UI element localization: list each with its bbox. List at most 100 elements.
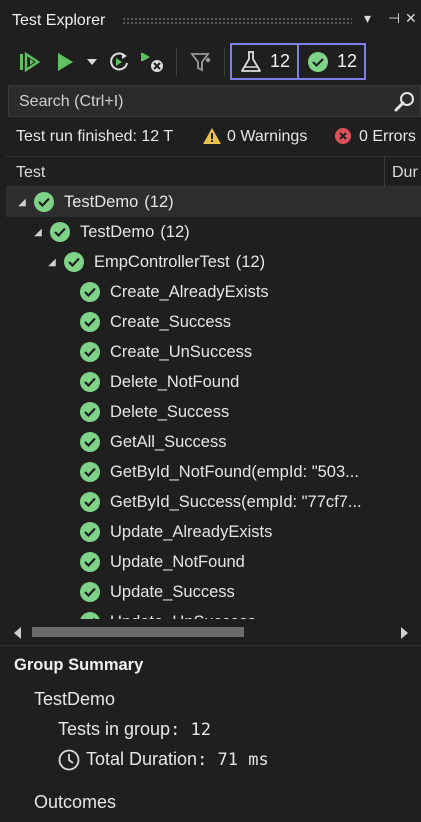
clock-icon: [58, 749, 80, 776]
search-icon[interactable]: [394, 91, 416, 118]
passed-check-icon: [80, 522, 100, 542]
passed-check-icon: [80, 552, 100, 572]
filter-icon[interactable]: [188, 50, 214, 74]
tests-in-group-label: Tests in group: [58, 719, 171, 739]
column-header: Test Dur: [6, 156, 421, 187]
tree-group-row[interactable]: ◢ TestDemo (12): [6, 187, 421, 217]
run-icon[interactable]: [54, 50, 76, 74]
tree-item-label: TestDemo: [64, 192, 139, 211]
scrollbar-thumb[interactable]: [32, 627, 244, 637]
cancel-icon[interactable]: [140, 50, 166, 74]
tree-item-label: GetAll_Success: [110, 432, 227, 451]
error-icon: [334, 127, 352, 150]
passed-check-icon: [80, 402, 100, 422]
total-tests-count: 12: [270, 51, 291, 71]
test-row[interactable]: GetById_Success(empId: "77cf7...: [6, 487, 421, 517]
test-tree: ◢ TestDemo (12) ◢ TestDemo (12) ◢ EmpController…: [6, 187, 421, 619]
tree-group-row[interactable]: ◢ TestDemo (12): [6, 217, 421, 247]
tree-item-label: EmpControllerTest: [94, 252, 230, 271]
close-icon[interactable]: ✕: [405, 10, 417, 27]
run-summary-text: Test run finished: 12 T: [16, 128, 174, 145]
tree-group-row[interactable]: ◢ EmpControllerTest (12): [6, 247, 421, 277]
run-all-icon[interactable]: [17, 50, 43, 74]
test-row[interactable]: Update_NotFound: [6, 547, 421, 577]
title-drag-handle[interactable]: [122, 17, 352, 25]
total-duration-label: Total Duration: [86, 749, 198, 769]
test-row[interactable]: Update_AlreadyExists: [6, 517, 421, 547]
passed-check-icon: [80, 492, 100, 512]
scroll-right-icon[interactable]: [400, 626, 408, 644]
passed-check-icon: [50, 222, 70, 242]
passed-check-icon: [308, 51, 328, 72]
tree-item-count: (12): [235, 252, 266, 271]
tree-item-label: TestDemo: [80, 222, 155, 241]
errors-count[interactable]: 0 Errors: [359, 128, 416, 146]
tree-item-label: Create_UnSuccess: [110, 342, 253, 361]
tree-item-label: Create_Success: [110, 312, 232, 331]
test-row[interactable]: GetAll_Success: [6, 427, 421, 457]
horizontal-scrollbar[interactable]: [6, 619, 421, 645]
column-duration[interactable]: Dur: [392, 164, 418, 182]
group-summary-title: Group Summary: [14, 656, 144, 674]
search-input[interactable]: Search (Ctrl+I): [19, 93, 123, 111]
warning-icon: [202, 127, 222, 150]
test-row[interactable]: Update_UnSuccess: [6, 607, 421, 619]
window-menu-icon[interactable]: ▾: [364, 10, 371, 27]
flask-icon: [241, 50, 261, 72]
outcomes-heading: Outcomes: [34, 792, 117, 812]
test-row[interactable]: Delete_NotFound: [6, 367, 421, 397]
tree-item-label: Delete_NotFound: [110, 372, 240, 391]
run-status-bar: Test run finished: 12 T 0 Warnings 0 Err…: [0, 122, 421, 150]
passed-check-icon: [80, 582, 100, 602]
test-row[interactable]: Create_UnSuccess: [6, 337, 421, 367]
group-name: TestDemo: [34, 689, 116, 709]
passed-check-icon: [80, 432, 100, 452]
window-title: Test Explorer: [12, 12, 106, 29]
tree-item-count: (12): [144, 192, 174, 211]
tests-in-group-value: 12: [190, 720, 212, 740]
test-row[interactable]: Create_Success: [6, 307, 421, 337]
tests-in-group-line: Tests in group: 12: [58, 719, 212, 740]
passed-check-icon: [80, 462, 100, 482]
warnings-count[interactable]: 0 Warnings: [227, 128, 307, 146]
column-test[interactable]: Test: [16, 164, 45, 182]
toolbar: 12 12: [0, 42, 421, 82]
scroll-left-icon[interactable]: [14, 626, 22, 644]
pin-icon[interactable]: ⊣: [388, 10, 400, 27]
test-row[interactable]: GetById_NotFound(empId: "503...: [6, 457, 421, 487]
toolbar-separator: [176, 48, 177, 76]
tree-item-label: Delete_Success: [110, 402, 230, 421]
passed-check-icon: [80, 612, 100, 619]
passed-check-icon: [34, 192, 54, 212]
column-divider[interactable]: [384, 157, 385, 187]
tree-item-count: (12): [160, 222, 190, 241]
search-box[interactable]: Search (Ctrl+I): [8, 85, 421, 117]
tree-item-label: Update_AlreadyExists: [110, 522, 273, 541]
expand-arrow-icon[interactable]: ◢: [16, 197, 28, 208]
tree-item-label: Create_AlreadyExists: [110, 282, 269, 301]
expand-arrow-icon[interactable]: ◢: [32, 227, 44, 238]
passed-check-icon: [64, 252, 84, 272]
passed-check-icon: [80, 342, 100, 362]
total-duration-value: 71 ms: [217, 750, 269, 770]
passed-check-icon: [80, 282, 100, 302]
test-row[interactable]: Update_Success: [6, 577, 421, 607]
test-row[interactable]: Create_AlreadyExists: [6, 277, 421, 307]
title-bar: Test Explorer ▾ ⊣ ✕: [0, 0, 421, 42]
total-duration-line: Total Duration: 71 ms: [86, 749, 269, 770]
repeat-last-run-icon[interactable]: [106, 50, 132, 74]
passed-tests-button[interactable]: 12: [297, 43, 366, 80]
tree-item-label: Update_NotFound: [110, 552, 245, 571]
toolbar-separator: [224, 48, 225, 76]
tree-item-label: GetById_NotFound(empId: "503...: [110, 462, 359, 481]
passed-tests-count: 12: [337, 51, 358, 71]
expand-arrow-icon[interactable]: ◢: [46, 257, 58, 268]
total-tests-button[interactable]: 12: [230, 43, 299, 80]
test-row[interactable]: Delete_Success: [6, 397, 421, 427]
tree-item-label: GetById_Success(empId: "77cf7...: [110, 492, 362, 511]
group-summary-panel: Group Summary TestDemo Tests in group: 1…: [0, 645, 421, 822]
tree-item-label: Update_Success: [110, 582, 235, 601]
run-dropdown-icon[interactable]: [84, 50, 100, 74]
passed-check-icon: [80, 372, 100, 392]
passed-check-icon: [80, 312, 100, 332]
